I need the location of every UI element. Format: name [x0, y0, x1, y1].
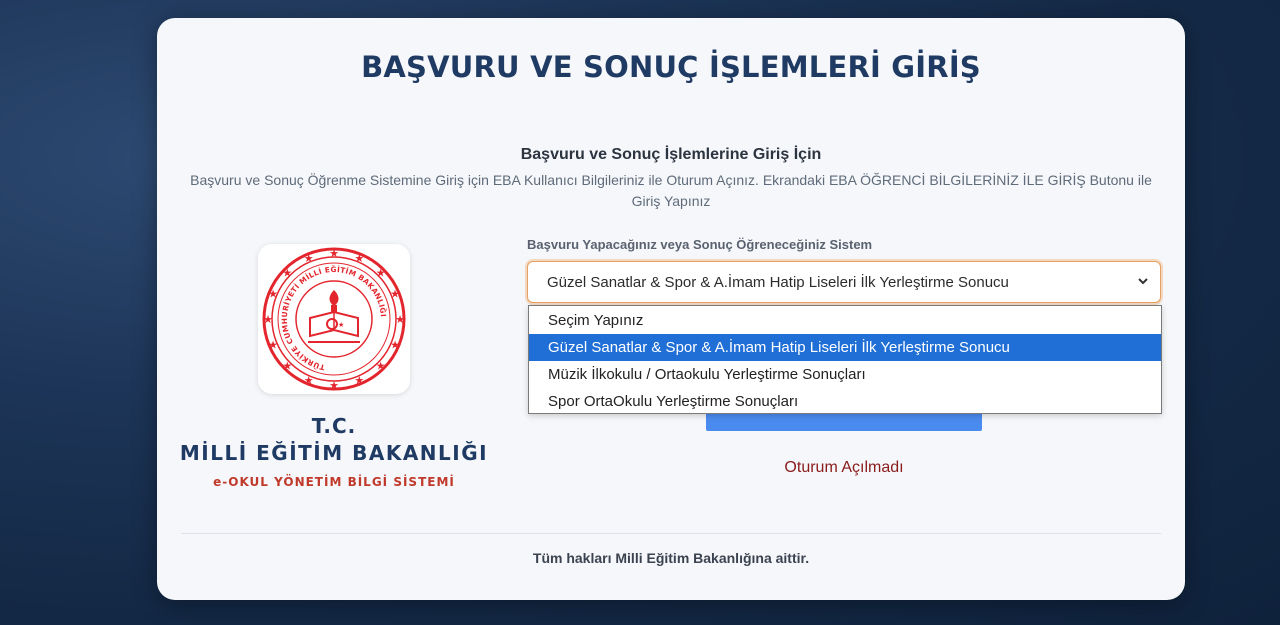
seal-star-icon: ★: [282, 266, 292, 279]
seal-star-icon: ★: [282, 360, 292, 373]
info-text: Başvuru ve Sonuç Öğrenme Sistemine Giriş…: [181, 170, 1161, 212]
seal-star-icon: ★: [376, 266, 386, 279]
footer-divider: [181, 533, 1161, 534]
seal-star-icon: ★: [354, 374, 364, 387]
seal-star-icon: ★: [395, 313, 405, 326]
system-select-label: Başvuru Yapacağınız veya Sonuç Öğreneceğ…: [527, 237, 873, 252]
meb-seal-icon: ★ ★★★★★★★★★★★★★★★ TÜRKİYE CUMHURİYETİ MİL…: [262, 247, 406, 392]
seal-star-icon: ★: [304, 374, 314, 387]
brand-ministry-name: MİLLİ EĞİTİM BAKANLIĞI: [179, 441, 489, 465]
session-status: Oturum Açılmadı: [784, 459, 904, 476]
seal-star-icon: ★: [329, 379, 339, 392]
seal-star-icon: ★: [304, 252, 314, 265]
seal-star-icon: ★: [329, 247, 339, 260]
dropdown-option[interactable]: Müzik İlkokulu / Ortaokulu Yerleştirme S…: [529, 361, 1161, 388]
system-select-value: Güzel Sanatlar & Spor & A.İmam Hatip Lis…: [547, 273, 1009, 291]
seal-star-icon: ★: [268, 288, 278, 301]
meb-logo: ★ ★ ★ ★ ★ ★ ★ ★ ★ ★ ★ ★ ★ ★ ★ ★ TÜRKİYE CUMHURİYETİ MİL…: [258, 244, 410, 394]
dropdown-option[interactable]: Güzel Sanatlar & Spor & A.İmam Hatip Lis…: [529, 334, 1161, 361]
section-subtitle: Başvuru ve Sonuç İşlemlerine Giriş İçin: [520, 146, 822, 163]
seal-star-icon: ★: [390, 338, 400, 351]
seal-star-icon: ★: [390, 288, 400, 301]
footer-text: Tüm hakları Milli Eğitim Bakanlığına ait…: [532, 550, 810, 566]
brand-tc: T.C.: [311, 414, 357, 438]
dropdown-option[interactable]: Spor OrtaOkulu Yerleştirme Sonuçları: [529, 388, 1161, 415]
system-select-dropdown[interactable]: Seçim Yapınız Güzel Sanatlar & Spor & A.…: [528, 305, 1162, 414]
info-line-1: Başvuru ve Sonuç Öğrenme Sistemine Giriş…: [190, 172, 1152, 188]
system-select[interactable]: Güzel Sanatlar & Spor & A.İmam Hatip Lis…: [527, 261, 1161, 303]
brand-system-name: e-OKUL YÖNETİM BİLGİ SİSTEMİ: [213, 475, 455, 489]
info-line-2: Giriş Yapınız: [631, 193, 711, 209]
seal-star-icon: ★: [354, 252, 364, 265]
seal-star-icon: ★: [376, 360, 386, 373]
svg-text:★: ★: [338, 321, 344, 329]
page-title: BAŞVURU VE SONUÇ İŞLEMLERİ GİRİŞ: [361, 50, 981, 84]
seal-star-icon: ★: [263, 313, 273, 326]
chevron-down-icon: [1138, 278, 1148, 285]
seal-star-icon: ★: [268, 338, 278, 351]
dropdown-option[interactable]: Seçim Yapınız: [529, 307, 1161, 334]
